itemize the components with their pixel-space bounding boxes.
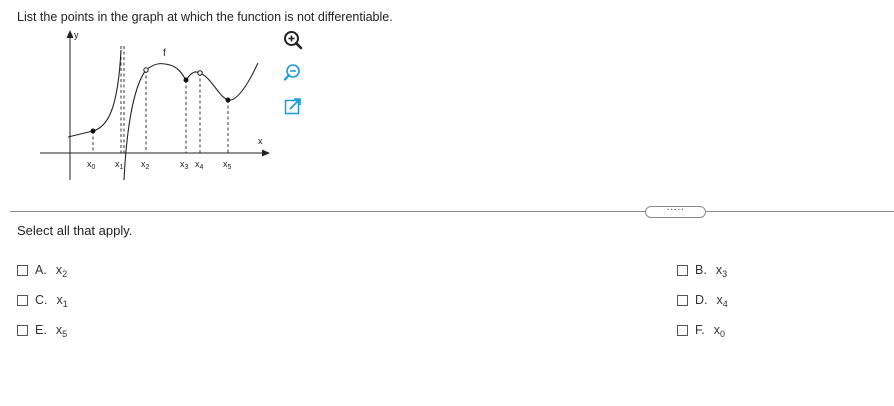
section-divider xyxy=(10,211,894,212)
x-axis-arrow xyxy=(262,149,270,157)
option-subscript: 5 xyxy=(62,329,68,339)
question-text: List the points in the graph at which th… xyxy=(17,10,393,24)
option-e[interactable]: E. x5 xyxy=(17,322,68,339)
option-letter: B. xyxy=(695,263,707,277)
option-letter: A. xyxy=(35,263,47,277)
point-x3 xyxy=(183,77,189,83)
checkbox[interactable] xyxy=(17,294,28,306)
option-letter: C. xyxy=(35,293,48,307)
option-letter: F. xyxy=(695,323,705,337)
function-curve-left xyxy=(67,49,122,138)
tick-label-x2: x2 xyxy=(141,159,150,171)
point-x2 xyxy=(143,67,149,73)
option-subscript: 0 xyxy=(719,329,725,339)
function-label: f xyxy=(163,48,166,59)
option-letter: D. xyxy=(695,293,708,307)
expand-dots: ..... xyxy=(666,201,685,213)
expand-button[interactable]: ..... xyxy=(645,201,706,218)
option-subscript: 3 xyxy=(722,269,728,279)
zoom-in-icon[interactable] xyxy=(282,29,304,51)
tick-label-x0: x0 xyxy=(87,159,96,171)
tick-label-x4: x4 xyxy=(195,159,204,171)
option-b[interactable]: B. x3 xyxy=(677,262,728,279)
tick-label-x3: x3 xyxy=(180,159,189,171)
point-x5 xyxy=(225,97,231,103)
option-a[interactable]: A. x2 xyxy=(17,262,68,279)
checkbox[interactable] xyxy=(677,264,688,276)
option-letter: E. xyxy=(35,323,47,337)
checkbox[interactable] xyxy=(17,264,28,276)
instruction-text: Select all that apply. xyxy=(17,223,133,238)
option-d[interactable]: D. x4 xyxy=(677,292,728,309)
option-c[interactable]: C. x1 xyxy=(17,292,68,309)
function-graph: y x f x0 x1 x2 x3 x4 x5 xyxy=(40,30,270,181)
option-subscript: 1 xyxy=(62,299,68,309)
point-x4 xyxy=(197,70,203,76)
zoom-out-icon[interactable] xyxy=(282,62,304,84)
tick-label-x1: x1 xyxy=(115,159,124,171)
y-axis-arrow xyxy=(66,30,74,38)
point-x0 xyxy=(90,128,96,134)
x-axis-label: x xyxy=(258,136,263,146)
checkbox[interactable] xyxy=(677,324,688,336)
checkbox[interactable] xyxy=(677,294,688,306)
y-axis-label: y xyxy=(74,30,79,40)
option-f[interactable]: F. x0 xyxy=(677,322,725,339)
option-subscript: 4 xyxy=(722,299,728,309)
popout-icon[interactable] xyxy=(282,95,304,117)
option-subscript: 2 xyxy=(62,269,68,279)
tick-label-x5: x5 xyxy=(223,159,232,171)
checkbox[interactable] xyxy=(17,324,28,336)
